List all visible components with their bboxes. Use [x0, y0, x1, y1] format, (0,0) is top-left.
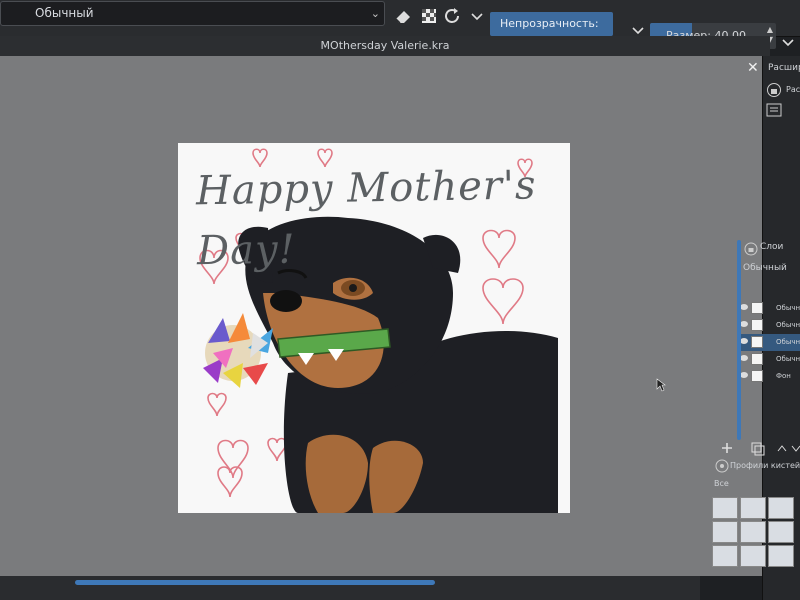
blend-mode-value: Обычный [35, 6, 94, 20]
visibility-eye-icon[interactable] [740, 304, 748, 310]
document-title: MOthersday Valerie.kra [320, 39, 450, 52]
layer-item[interactable]: Обычн [738, 334, 800, 351]
docker-title: Расшир [768, 63, 800, 73]
artwork-greeting-text: Happy Mother's Day! [195, 162, 537, 275]
brush-preset-item[interactable] [740, 497, 766, 519]
visibility-eye-icon[interactable] [740, 321, 748, 327]
list-icon[interactable] [766, 103, 782, 117]
opacity-slider[interactable]: Непрозрачность: 100% [490, 12, 613, 54]
alpha-lock-icon[interactable] [418, 6, 440, 26]
mouse-cursor-icon [656, 378, 666, 392]
layer-name: Обычн [776, 338, 800, 346]
brush-preset-item[interactable] [768, 497, 794, 519]
layer-name: Обычн [776, 321, 800, 329]
brush-preset-item[interactable] [712, 497, 738, 519]
eraser-icon[interactable] [392, 6, 414, 26]
visibility-eye-icon[interactable] [740, 355, 748, 361]
layer-blend-mode[interactable]: Обычный [743, 263, 787, 273]
chevron-down-icon[interactable] [779, 32, 797, 54]
brush-preset-item[interactable] [768, 545, 794, 567]
brush-preset-item[interactable] [740, 521, 766, 543]
layer-thumbnail [751, 302, 763, 314]
layer-name: Обычный [776, 304, 800, 312]
move-down-icon [791, 445, 800, 452]
brush-tag-filter[interactable]: Все [714, 479, 729, 488]
canvas-horizontal-scrollbar[interactable] [0, 576, 700, 600]
brush-presets-icon [715, 459, 729, 473]
brush-preset-item[interactable] [712, 521, 738, 543]
layers-docker-title: Слои [760, 242, 784, 252]
close-icon[interactable]: ✕ [747, 60, 759, 76]
brush-preset-item[interactable] [768, 521, 794, 543]
visibility-eye-icon[interactable] [740, 372, 748, 378]
blend-mode-select[interactable]: Обычный ⌄ [0, 1, 385, 26]
layer-item[interactable]: Обычн [738, 351, 800, 368]
chevron-down-icon[interactable] [466, 6, 488, 26]
layer-toolbar [722, 442, 800, 456]
layer-item[interactable]: Обычн [738, 317, 800, 334]
lock-icon[interactable] [766, 83, 782, 97]
scrollbar-thumb[interactable] [75, 580, 435, 585]
docker-subtitle: Расш [786, 85, 800, 94]
brush-preset-item[interactable] [712, 545, 738, 567]
add-layer-icon [722, 443, 732, 453]
layers-scrollbar[interactable] [737, 240, 741, 440]
reload-preset-icon[interactable] [442, 6, 464, 26]
brush-presets-title: Профили кистей [730, 461, 800, 470]
visibility-eye-icon[interactable] [740, 338, 748, 344]
layer-item[interactable]: Обычный [738, 300, 800, 317]
layer-thumbnail [751, 370, 763, 382]
layer-thumbnail [751, 336, 763, 348]
chevron-down-icon: ⌄ [370, 7, 380, 20]
layer-thumbnail [751, 353, 763, 365]
layer-thumbnail [751, 319, 763, 331]
lock-icon[interactable] [743, 242, 759, 256]
layer-name: Фон [776, 372, 791, 380]
duplicate-layer-icon [751, 442, 765, 456]
layer-name: Обычн [776, 355, 800, 363]
document-tab[interactable]: MOthersday Valerie.kra [0, 36, 770, 56]
brush-preset-item[interactable] [740, 545, 766, 567]
move-up-icon [777, 445, 787, 452]
layer-item[interactable]: Фон [738, 368, 800, 385]
